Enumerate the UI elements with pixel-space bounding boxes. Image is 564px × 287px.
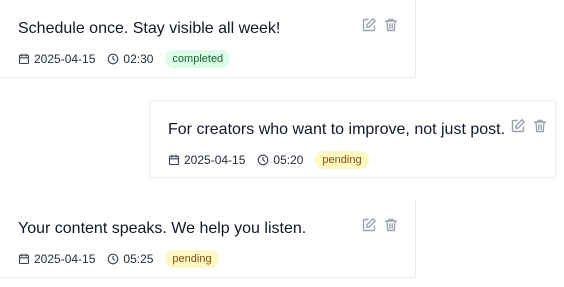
post-card: Your content speaks. We help you listen.… — [0, 200, 416, 278]
post-card: Schedule once. Stay visible all week! 20… — [0, 0, 416, 78]
post-actions — [361, 217, 399, 233]
trash-icon[interactable] — [532, 118, 548, 134]
post-text: For creators who want to improve, not ju… — [168, 121, 506, 138]
status-badge: completed — [165, 50, 231, 68]
post-date: 2025-04-15 — [34, 252, 96, 266]
post-date: 2025-04-15 — [184, 153, 246, 167]
post-text: Schedule once. Stay visible all week! — [18, 20, 281, 37]
post-actions — [510, 118, 548, 134]
post-time: 05:25 — [123, 252, 154, 266]
calendar-icon — [168, 154, 180, 166]
calendar-icon — [18, 53, 30, 65]
trash-icon[interactable] — [383, 17, 399, 33]
post-meta: 2025-04-15 05:25 pending — [18, 250, 219, 268]
post-meta: 2025-04-15 05:20 pending — [168, 151, 369, 169]
edit-icon[interactable] — [361, 217, 377, 233]
post-text: Your content speaks. We help you listen. — [18, 220, 307, 237]
status-badge: pending — [165, 250, 219, 268]
post-time: 02:30 — [123, 52, 154, 66]
post-card: For creators who want to improve, not ju… — [149, 100, 556, 178]
post-meta: 2025-04-15 02:30 completed — [18, 50, 231, 68]
post-date: 2025-04-15 — [34, 52, 96, 66]
edit-icon[interactable] — [510, 118, 526, 134]
trash-icon[interactable] — [383, 217, 399, 233]
edit-icon[interactable] — [361, 17, 377, 33]
post-actions — [361, 17, 399, 33]
clock-icon — [107, 53, 119, 65]
clock-icon — [257, 154, 269, 166]
clock-icon — [107, 253, 119, 265]
status-badge: pending — [315, 151, 369, 169]
post-time: 05:20 — [273, 153, 304, 167]
calendar-icon — [18, 253, 30, 265]
